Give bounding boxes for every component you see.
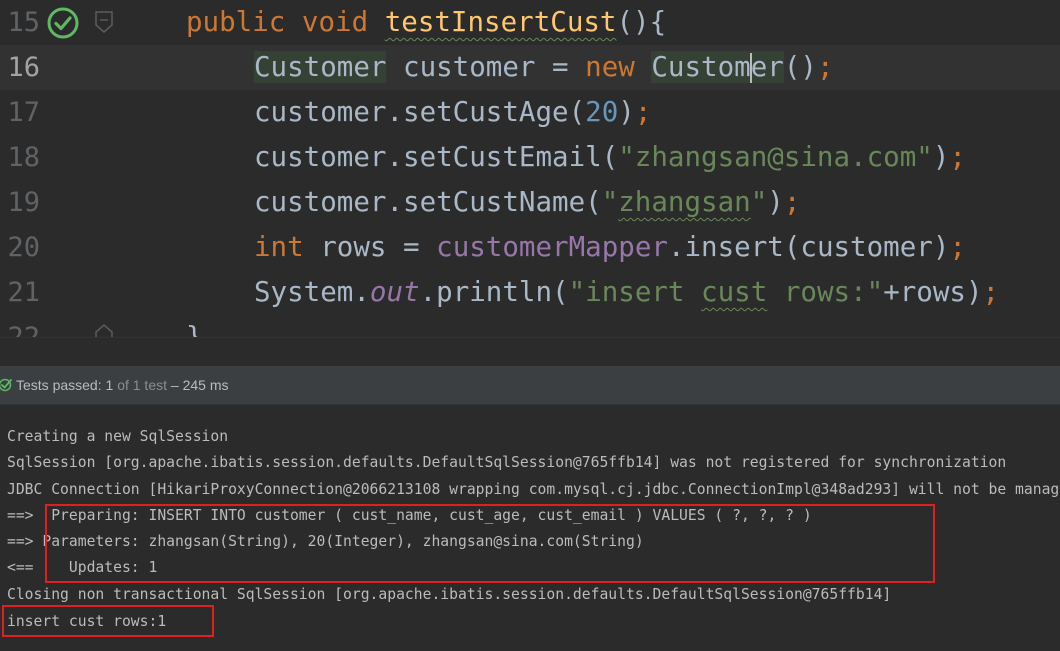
code-token: .println( <box>419 276 569 308</box>
result-highlight-box <box>2 605 214 637</box>
string-literal: rows:" <box>767 276 884 308</box>
panel-divider[interactable] <box>0 337 1060 366</box>
static-field: out <box>369 276 420 308</box>
code-line-18[interactable]: 18 customer.setCustEmail("zhangsan@sina.… <box>0 135 1060 180</box>
fold-icon[interactable] <box>94 323 114 337</box>
semicolon: ; <box>783 186 801 218</box>
code-token: .insert(customer) <box>667 231 950 263</box>
code-token: customer.setCustEmail( <box>254 141 619 173</box>
code-text: customer.setCustName("zhangsan"); <box>254 180 800 225</box>
keyword: new <box>585 51 635 83</box>
code-text: customer.setCustAge(20); <box>254 90 651 135</box>
code-token: customer = <box>403 51 586 83</box>
string-literal: "insert <box>568 276 702 308</box>
line-number: 20 <box>7 232 40 263</box>
test-passed-icon[interactable] <box>46 6 80 40</box>
line-number: 15 <box>7 7 40 38</box>
code-text: Customer customer = new Customer(); <box>254 45 834 90</box>
code-line-16[interactable]: 16 Customer customer = new Customer(); <box>0 45 1060 90</box>
tests-total: of 1 test <box>117 377 167 393</box>
semicolon: ; <box>949 231 966 263</box>
string-quote: " <box>601 186 619 218</box>
punctuation: ) <box>618 96 635 128</box>
test-status-bar: Tests passed: 1 of 1 test – 245 ms <box>0 366 1060 405</box>
console-line: JDBC Connection [HikariProxyConnection@2… <box>7 481 1060 498</box>
tests-passed-count: 1 <box>105 377 114 393</box>
punctuation: ) <box>767 186 784 218</box>
line-number: 19 <box>7 187 40 218</box>
keyword: int <box>254 231 304 263</box>
code-line-22[interactable]: 22 } <box>0 315 1060 337</box>
code-text: int rows = customerMapper.insert(custome… <box>254 225 966 270</box>
code-text: System.out.println("insert cust rows:"+r… <box>254 270 999 315</box>
type-name: Customer <box>254 51 387 83</box>
semicolon: ; <box>816 51 834 83</box>
code-line-20[interactable]: 20 int rows = customerMapper.insert(cust… <box>0 225 1060 270</box>
closing-brace: } <box>186 321 203 337</box>
console-output[interactable]: Creating a new SqlSession SqlSession [or… <box>0 405 1060 651</box>
string-quote: " <box>750 186 768 218</box>
method-name: testInsertCust <box>384 6 617 38</box>
field-name: customerMapper <box>436 231 668 263</box>
line-number: 21 <box>7 277 40 308</box>
code-token: customer.setCustName( <box>254 186 602 218</box>
test-status-text: Tests passed: 1 of 1 test – 245 ms <box>16 366 228 404</box>
code-token: rows = <box>320 231 437 263</box>
code-line-19[interactable]: 19 customer.setCustName("zhangsan"); <box>0 180 1060 225</box>
test-passed-icon <box>0 378 12 392</box>
punctuation: (){ <box>616 6 667 38</box>
code-text: } <box>186 315 203 337</box>
console-line: SqlSession [org.apache.ibatis.session.de… <box>7 454 1007 471</box>
code-token: System. <box>254 276 370 308</box>
string-literal: "zhangsan@sina.com" <box>618 141 933 173</box>
code-text: public void testInsertCust(){ <box>186 0 666 45</box>
type-name: Customer <box>651 51 784 83</box>
string-literal: zhangsan <box>618 186 751 218</box>
code-line-15[interactable]: 15 public void testInsertCust(){ <box>0 0 1060 45</box>
console-line: Creating a new SqlSession <box>7 428 229 445</box>
semicolon: ; <box>634 96 652 128</box>
fold-icon[interactable] <box>94 10 114 34</box>
line-number: 22 <box>0 315 40 337</box>
code-editor[interactable]: 15 public void testInsertCust(){ 16 Cust… <box>0 0 1060 337</box>
code-token: Custom <box>651 51 751 83</box>
code-line-21[interactable]: 21 System.out.println("insert cust rows:… <box>0 270 1060 315</box>
line-number: 16 <box>7 52 40 83</box>
string-literal: cust <box>701 276 768 308</box>
code-token: +rows) <box>883 276 983 308</box>
code-token: customer.setCustAge( <box>254 96 586 128</box>
semicolon: ; <box>949 141 966 173</box>
line-number: 18 <box>7 142 40 173</box>
code-text: customer.setCustEmail("zhangsan@sina.com… <box>254 135 966 180</box>
line-number: 17 <box>7 97 40 128</box>
code-line-17[interactable]: 17 customer.setCustAge(20); <box>0 90 1060 135</box>
punctuation: ) <box>932 141 950 173</box>
tests-passed-label: Tests passed: <box>16 377 102 393</box>
punctuation: () <box>783 51 817 83</box>
keyword: public <box>186 6 286 38</box>
code-token: er <box>750 51 784 83</box>
sql-highlight-box <box>45 504 935 583</box>
tests-duration: – 245 ms <box>170 377 229 393</box>
number-literal: 20 <box>585 96 619 128</box>
semicolon: ; <box>982 276 1000 308</box>
keyword: void <box>301 6 369 38</box>
